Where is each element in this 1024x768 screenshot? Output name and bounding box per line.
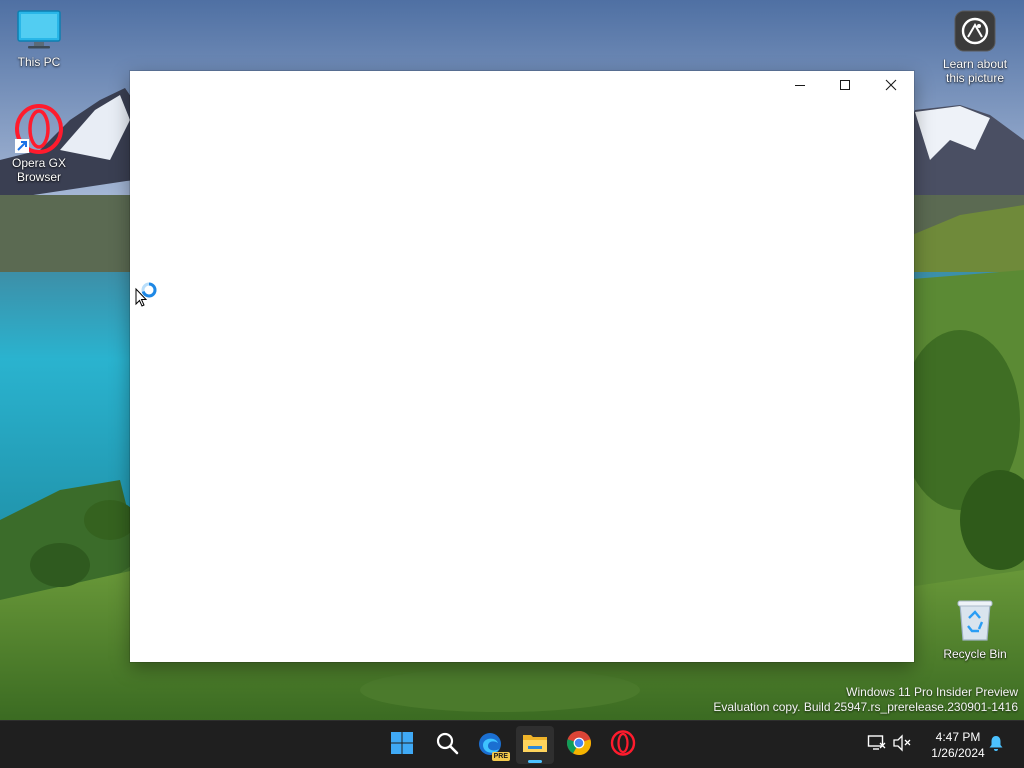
watermark-line-1: Windows 11 Pro Insider Preview (846, 685, 1018, 699)
volume-status[interactable] (892, 733, 912, 757)
minimize-icon (794, 79, 806, 91)
maximize-button[interactable] (822, 71, 868, 99)
opera-gx-icon (15, 104, 63, 154)
taskbar-chrome[interactable] (560, 726, 598, 764)
edge-preview-badge: PRE (491, 752, 510, 761)
network-icon (867, 734, 887, 757)
windows-logo-icon (390, 731, 414, 760)
start-button[interactable] (383, 726, 421, 764)
monitor-icon (1, 10, 77, 53)
opera-icon (610, 729, 636, 761)
close-icon (885, 79, 897, 91)
desktop-icon-label: Opera GX Browser (11, 156, 67, 184)
volume-muted-icon (892, 733, 912, 757)
taskbar-opera[interactable] (604, 726, 642, 764)
taskbar-edge-preview[interactable]: PRE (472, 726, 510, 764)
recycle-bin-icon (937, 598, 1013, 645)
taskbar: PRE 4:47 PM 1/26/2024 (0, 720, 1024, 768)
taskbar-file-explorer[interactable] (516, 726, 554, 764)
desktop-icon-learn-about-picture[interactable]: Learn about this picture (937, 10, 1013, 85)
learn-picture-icon (937, 10, 1013, 55)
busy-cursor (135, 282, 161, 310)
close-button[interactable] (868, 71, 914, 99)
folder-icon (522, 732, 548, 759)
desktop-icon-this-pc[interactable]: This PC (1, 10, 77, 69)
maximize-icon (839, 79, 851, 91)
desktop-icon-recycle-bin[interactable]: Recycle Bin (937, 598, 1013, 661)
notification-center-button[interactable] (986, 735, 1006, 755)
network-status[interactable] (867, 734, 887, 757)
desktop-icon-opera-gx[interactable]: Opera GX Browser (1, 104, 77, 184)
edge-preview-icon: PRE (478, 732, 510, 761)
search-button[interactable] (428, 726, 466, 764)
desktop-icon-label: Recycle Bin (943, 647, 1007, 661)
app-window[interactable] (130, 71, 914, 662)
watermark-line-2: Evaluation copy. Build 25947.rs_prerelea… (713, 700, 1018, 714)
minimize-button[interactable] (777, 71, 823, 99)
desktop-icon-label: This PC (17, 55, 61, 69)
evaluation-watermark: Windows 11 Pro Insider Preview Evaluatio… (713, 685, 1018, 715)
chrome-icon (566, 730, 592, 761)
bell-icon (987, 734, 1005, 757)
desktop-icon-label: Learn about this picture (942, 57, 1008, 85)
search-icon (435, 731, 459, 760)
active-app-indicator (528, 760, 542, 763)
